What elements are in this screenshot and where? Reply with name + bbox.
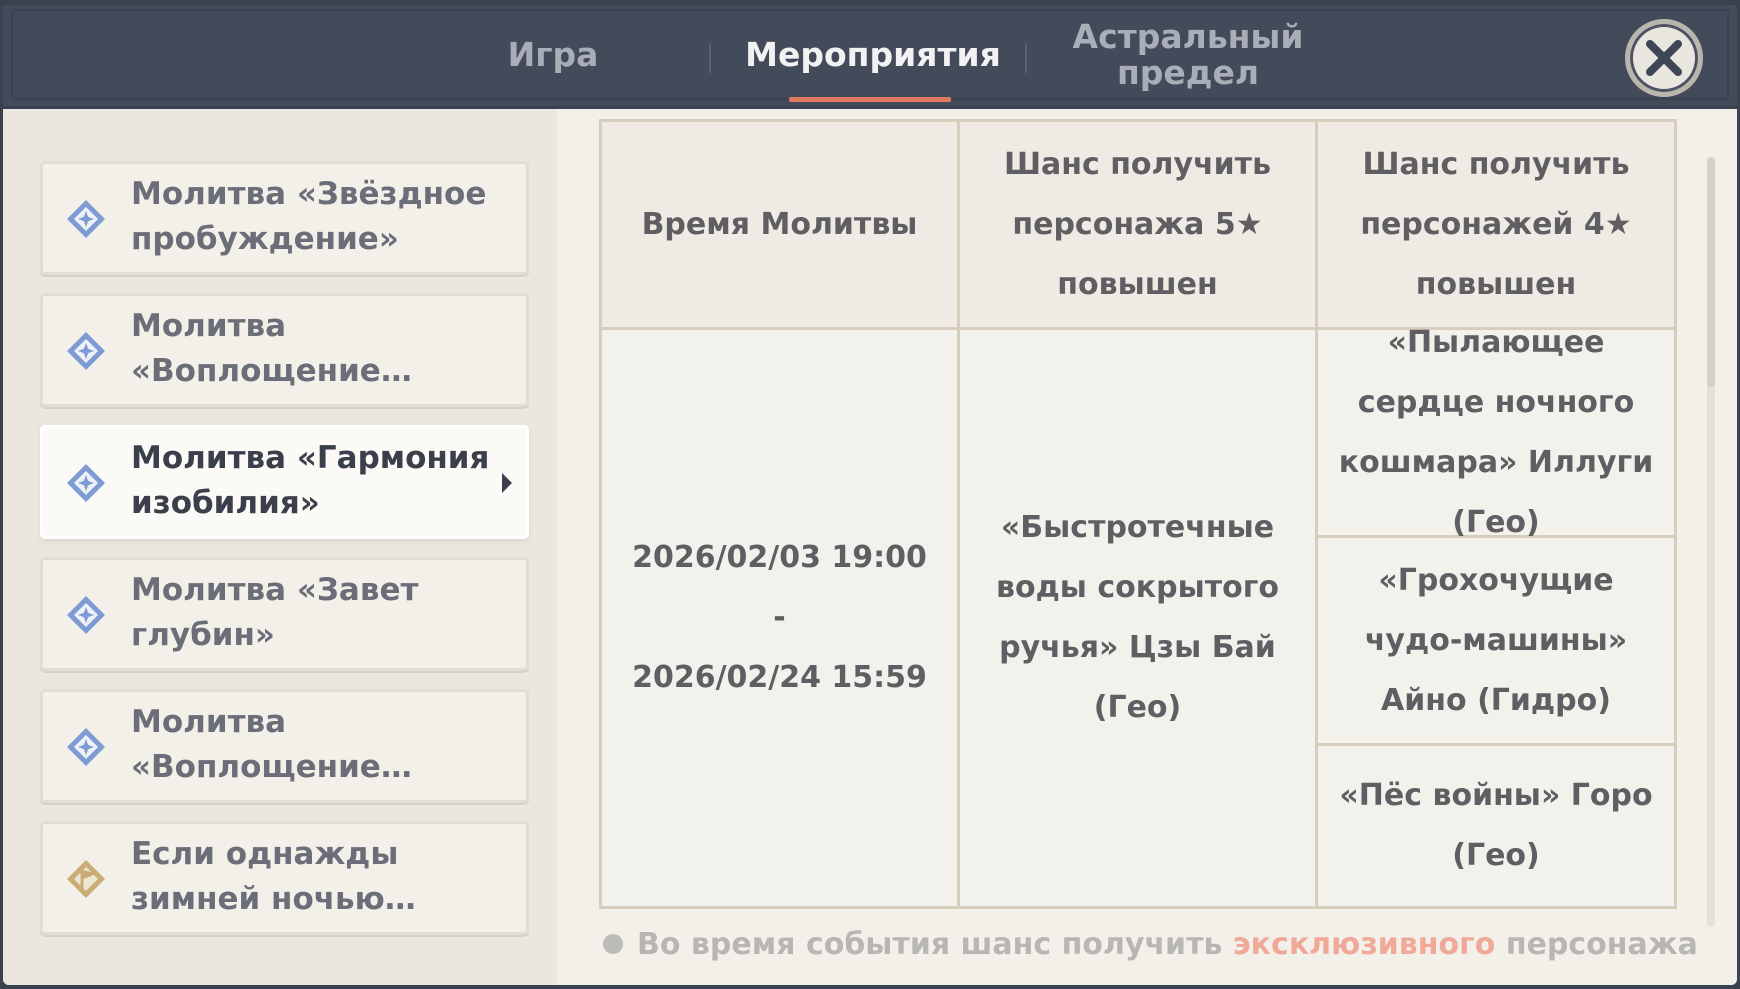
sidebar-item-epitome-2[interactable]: Молитва «Воплощение…	[40, 689, 529, 803]
wish-info-table: Время Молитвы Шанс получить персонажа 5★…	[599, 119, 1677, 909]
close-button[interactable]	[1625, 19, 1703, 97]
background-frame: Игра Мероприятия Астральный предел Молит…	[0, 0, 1740, 989]
wish-details-window: Игра Мероприятия Астральный предел Молит…	[3, 5, 1737, 985]
table-cell-4star-3: «Пёс войны» Горо (Гео)	[1318, 746, 1674, 906]
diamond-star-icon	[67, 464, 105, 502]
table-header-5star: Шанс получить персонажа 5★ повышен	[960, 122, 1318, 330]
sidebar-item-label: Молитва «Воплощение…	[131, 704, 412, 785]
table-header-4star: Шанс получить персонажей 4★ повышен	[1318, 122, 1674, 330]
time-separator: -	[773, 600, 786, 635]
header-bar: Игра Мероприятия Астральный предел	[3, 5, 1737, 109]
sidebar-item-harmony-abundance[interactable]: Молитва «Гармония изобилия»	[40, 425, 529, 539]
table-cell-4star-1: «Пылающее сердце ночного кошмара» Иллуги…	[1318, 325, 1674, 540]
tab-spiral-abyss[interactable]: Астральный предел	[1043, 5, 1333, 105]
sidebar-item-winter-night[interactable]: Если однажды зимней ночью…	[40, 821, 529, 935]
note-suffix: персонажа	[1495, 927, 1698, 962]
content-scrollbar[interactable]	[1707, 157, 1715, 927]
sidebar-item-label: Если однажды зимней ночью…	[131, 836, 416, 917]
sidebar-item-covenant-depths[interactable]: Молитва «Завет глубин»	[40, 557, 529, 671]
sidebar-item-label: Молитва «Звёздное пробуждение»	[131, 176, 487, 257]
sidebar-item-label: Молитва «Воплощение…	[131, 308, 412, 389]
wish-sidebar: Молитва «Звёздное пробуждение» Молитва «…	[3, 109, 557, 985]
diamond-star-icon	[67, 200, 105, 238]
note-highlight: эксклюзивного	[1232, 927, 1496, 962]
main-content: Время Молитвы Шанс получить персонажа 5★…	[559, 109, 1737, 985]
table-cell-4star-2: «Грохочущие чудо-машины» Айно (Гидро)	[1318, 538, 1674, 746]
table-cell-5star: «Быстротечные воды сокрытого ручья» Цзы …	[960, 330, 1318, 906]
sidebar-item-label: Молитва «Завет глубин»	[131, 572, 419, 653]
event-note: Во время события шанс получить эксклюзив…	[603, 927, 1703, 967]
sidebar-item-stellar-awakening[interactable]: Молитва «Звёздное пробуждение»	[40, 161, 529, 275]
close-icon	[1646, 40, 1682, 76]
sidebar-item-epitome-1[interactable]: Молитва «Воплощение…	[40, 293, 529, 407]
table-cell-time: 2026/02/03 19:00 - 2026/02/24 15:59	[602, 330, 960, 906]
time-start: 2026/02/03 19:00	[632, 540, 927, 575]
table-header-time: Время Молитвы	[602, 122, 960, 330]
sidebar-item-label: Молитва «Гармония изобилия»	[131, 440, 490, 521]
tab-separator	[1025, 43, 1027, 73]
tab-separator	[709, 43, 711, 73]
tab-game[interactable]: Игра	[443, 5, 663, 105]
chevron-right-icon	[502, 473, 512, 493]
active-tab-underline	[789, 97, 951, 102]
diamond-star-icon	[67, 728, 105, 766]
scrollbar-thumb[interactable]	[1707, 157, 1715, 387]
time-end: 2026/02/24 15:59	[632, 660, 927, 695]
note-prefix: Во время события шанс получить	[637, 927, 1233, 962]
diamond-star-icon	[67, 332, 105, 370]
bullet-icon	[603, 933, 623, 954]
flag-diamond-icon	[67, 860, 105, 898]
diamond-star-icon	[67, 596, 105, 634]
tab-events[interactable]: Мероприятия	[733, 5, 1013, 105]
